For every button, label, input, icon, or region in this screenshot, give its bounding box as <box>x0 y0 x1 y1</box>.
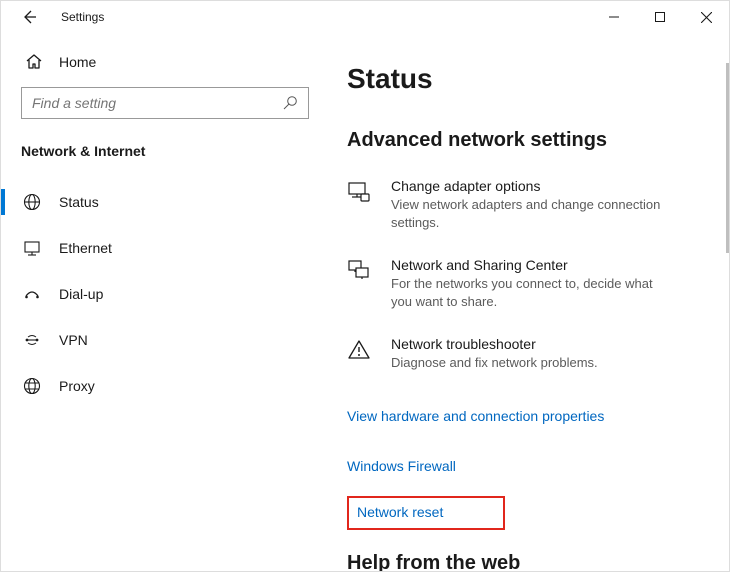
warning-icon <box>347 336 373 372</box>
minimize-button[interactable] <box>591 1 637 33</box>
dialup-icon <box>23 285 41 303</box>
sharing-icon <box>347 257 373 310</box>
scrollbar[interactable] <box>726 63 729 253</box>
sidebar-item-dialup[interactable]: Dial-up <box>1 271 299 317</box>
link-windows-firewall[interactable]: Windows Firewall <box>347 458 456 474</box>
help-heading: Help from the web <box>347 552 701 571</box>
home-link[interactable]: Home <box>25 53 299 71</box>
sidebar-item-label: Dial-up <box>59 286 103 302</box>
option-desc: Diagnose and fix network problems. <box>391 354 598 372</box>
sidebar-item-ethernet[interactable]: Ethernet <box>1 225 299 271</box>
option-desc: For the networks you connect to, decide … <box>391 275 667 310</box>
home-label: Home <box>59 54 96 70</box>
search-input[interactable] <box>22 88 308 118</box>
link-network-reset[interactable]: Network reset <box>357 504 443 520</box>
search-icon <box>282 95 298 111</box>
search-box[interactable] <box>21 87 309 119</box>
page-title: Status <box>347 63 701 95</box>
sidebar-item-proxy[interactable]: Proxy <box>1 363 299 409</box>
close-button[interactable] <box>683 1 729 33</box>
adapter-icon <box>347 178 373 231</box>
option-title: Change adapter options <box>391 178 667 194</box>
nav: Status Ethernet Dial-up <box>1 179 299 409</box>
sidebar: Home Network & Internet Status <box>1 33 319 571</box>
proxy-icon <box>23 377 41 395</box>
content-pane: Status Advanced network settings Change … <box>319 33 729 571</box>
highlight-box: Network reset <box>347 496 505 530</box>
option-change-adapter[interactable]: Change adapter options View network adap… <box>347 178 667 231</box>
link-hardware-properties[interactable]: View hardware and connection properties <box>347 408 604 424</box>
window-title: Settings <box>61 10 104 24</box>
option-desc: View network adapters and change connect… <box>391 196 667 231</box>
sidebar-item-label: Status <box>59 194 99 210</box>
sidebar-item-status[interactable]: Status <box>1 179 299 225</box>
maximize-button[interactable] <box>637 1 683 33</box>
section-label: Network & Internet <box>21 143 299 159</box>
sidebar-item-vpn[interactable]: VPN <box>1 317 299 363</box>
section-title: Advanced network settings <box>347 129 701 152</box>
back-button[interactable] <box>15 3 43 31</box>
sidebar-item-label: Ethernet <box>59 240 112 256</box>
globe-icon <box>23 193 41 211</box>
sidebar-item-label: VPN <box>59 332 88 348</box>
option-title: Network and Sharing Center <box>391 257 667 273</box>
titlebar: Settings <box>1 1 729 33</box>
sidebar-item-label: Proxy <box>59 378 95 394</box>
option-title: Network troubleshooter <box>391 336 598 352</box>
vpn-icon <box>23 331 41 349</box>
option-sharing-center[interactable]: Network and Sharing Center For the netwo… <box>347 257 667 310</box>
ethernet-icon <box>23 239 41 257</box>
option-troubleshooter[interactable]: Network troubleshooter Diagnose and fix … <box>347 336 667 372</box>
home-icon <box>25 53 43 71</box>
